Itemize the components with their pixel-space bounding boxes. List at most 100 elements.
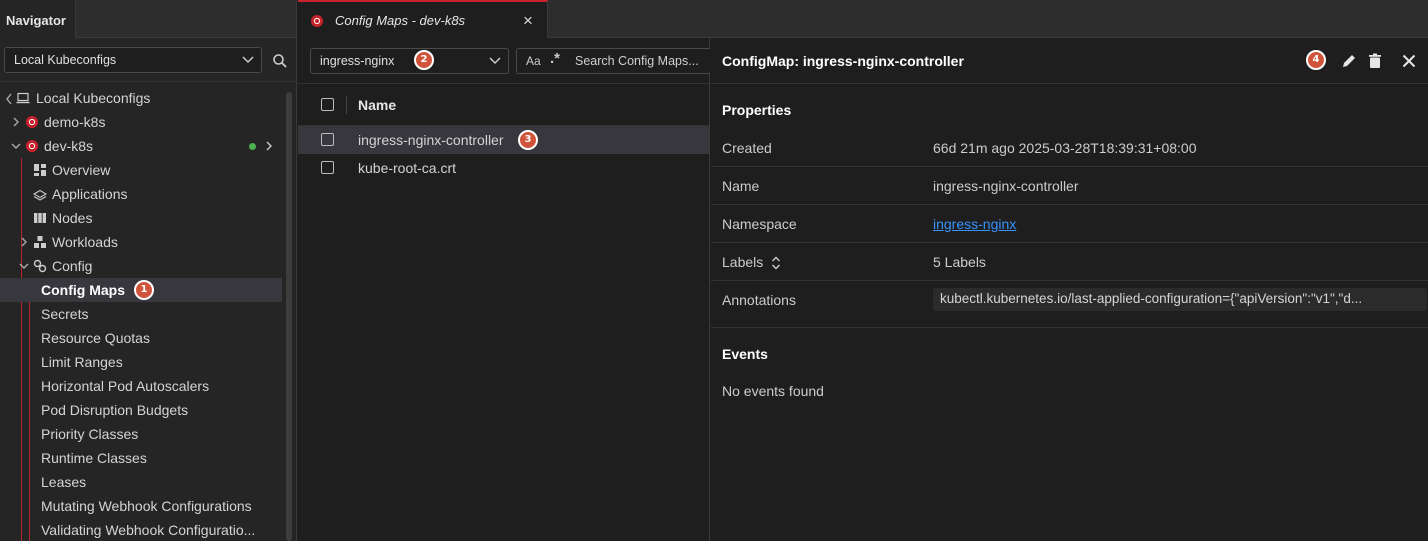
- navigator-tab[interactable]: Navigator: [0, 0, 76, 38]
- regex-toggle[interactable]: .*: [550, 50, 560, 67]
- tree-item-label: Config Maps: [41, 282, 125, 298]
- tree-item-horizontal-pod-autoscalers[interactable]: Horizontal Pod Autoscalers: [0, 374, 282, 398]
- detail-title: ConfigMap: ingress-nginx-controller: [722, 53, 964, 69]
- search-icon[interactable]: [272, 53, 288, 69]
- step-badge: 1: [134, 280, 154, 300]
- namespace-link[interactable]: ingress-nginx: [933, 216, 1016, 232]
- property-value: ingress-nginx-controller: [933, 178, 1079, 194]
- tree-item-priority-classes[interactable]: Priority Classes: [0, 422, 282, 446]
- tree-item-leases[interactable]: Leases: [0, 470, 282, 494]
- config-gears-icon: [33, 259, 47, 273]
- events-heading: Events: [722, 346, 768, 362]
- tree-item-label: Mutating Webhook Configurations: [41, 498, 252, 514]
- namespace-select-value: ingress-nginx: [320, 54, 395, 68]
- tree-item-resource-quotas[interactable]: Resource Quotas: [0, 326, 282, 350]
- tree-item-limit-ranges[interactable]: Limit Ranges: [0, 350, 282, 374]
- tree-item-demo-k8s[interactable]: demo-k8s: [0, 110, 282, 134]
- tree-item-local-kubeconfigs[interactable]: Local Kubeconfigs: [0, 86, 282, 110]
- kubeconfig-select-value: Local Kubeconfigs: [14, 53, 117, 67]
- tree-item-overview[interactable]: Overview: [0, 158, 282, 182]
- tree-item-nodes[interactable]: Nodes: [0, 206, 282, 230]
- chevron-down-icon: [6, 93, 12, 105]
- property-row-labels[interactable]: Labels 5 Labels: [711, 243, 1428, 281]
- property-label: Name: [722, 178, 760, 194]
- tree-item-label: Priority Classes: [41, 426, 139, 442]
- chevron-right-icon: [21, 237, 27, 247]
- tree-item-label: Secrets: [41, 306, 89, 322]
- tree-item-pod-disruption-budgets[interactable]: Pod Disruption Budgets: [0, 398, 282, 422]
- kubernetes-cluster-icon: [311, 15, 323, 27]
- close-icon[interactable]: ×: [523, 11, 533, 31]
- configmap-detail-panel: ConfigMap: ingress-nginx-controller 4 Pr…: [711, 38, 1428, 541]
- row-checkbox[interactable]: [321, 133, 334, 146]
- property-row-namespace: Namespace ingress-nginx: [711, 205, 1428, 243]
- chevron-down-icon: [489, 57, 501, 65]
- tree-item-label: Leases: [41, 474, 87, 490]
- nodes-icon: [34, 213, 46, 223]
- navigator-tree: Local Kubeconfigs demo-k8s dev-k8s Overv…: [0, 86, 282, 541]
- column-divider: [346, 96, 347, 114]
- tree-item-label: dev-k8s: [44, 138, 94, 154]
- tab-label: Config Maps - dev-k8s: [335, 13, 466, 28]
- tree-item-label: Applications: [52, 186, 128, 202]
- property-label: Annotations: [722, 292, 796, 308]
- close-icon[interactable]: [1400, 52, 1418, 70]
- match-case-toggle[interactable]: Aa: [526, 54, 541, 68]
- tree-item-workloads[interactable]: Workloads: [0, 230, 282, 254]
- tree-item-config[interactable]: Config: [0, 254, 282, 278]
- tree-item-dev-k8s[interactable]: dev-k8s: [0, 134, 282, 158]
- navigator-panel: Navigator Local Kubeconfigs Local Kubeco…: [0, 0, 297, 541]
- kubeconfig-select[interactable]: Local Kubeconfigs: [4, 47, 262, 73]
- edit-icon[interactable]: [1340, 52, 1358, 70]
- row-checkbox[interactable]: [321, 161, 334, 174]
- table-header: Name: [298, 84, 709, 126]
- tree-item-label: Nodes: [52, 210, 93, 226]
- property-label: Labels: [722, 254, 764, 270]
- expand-toggle-icon[interactable]: [770, 256, 782, 270]
- app-window: Navigator Local Kubeconfigs Local Kubeco…: [0, 0, 1428, 541]
- tree-item-label: Workloads: [52, 234, 118, 250]
- chevron-right-icon[interactable]: [262, 139, 276, 153]
- tree-item-config-maps[interactable]: Config Maps 1: [0, 278, 282, 302]
- laptop-icon: [16, 92, 30, 104]
- tree-item-label: Limit Ranges: [41, 354, 123, 370]
- table-row[interactable]: kube-root-ca.crt: [298, 154, 709, 182]
- select-all-checkbox[interactable]: [321, 98, 334, 111]
- config-maps-list-panel: ingress-nginx 2 Aa .* Search Config Maps…: [298, 38, 710, 541]
- properties-heading: Properties: [722, 102, 792, 118]
- chevron-down-icon: [242, 56, 254, 64]
- tree-item-secrets[interactable]: Secrets: [0, 302, 282, 326]
- tree-item-label: Horizontal Pod Autoscalers: [41, 378, 210, 394]
- namespace-select[interactable]: ingress-nginx 2: [310, 48, 509, 74]
- kubernetes-cluster-icon: [26, 140, 38, 152]
- workloads-icon: [34, 236, 46, 248]
- search-field[interactable]: Aa .* Search Config Maps...: [516, 48, 710, 74]
- row-name: kube-root-ca.crt: [358, 160, 457, 176]
- step-badge: 3: [518, 130, 538, 150]
- tree-item-label: demo-k8s: [44, 114, 106, 130]
- tree-item-runtime-classes[interactable]: Runtime Classes: [0, 446, 282, 470]
- tree-item-mutating-webhook-configurations[interactable]: Mutating Webhook Configurations: [0, 494, 282, 518]
- delete-icon[interactable]: [1366, 52, 1384, 70]
- column-header-name[interactable]: Name: [358, 97, 396, 113]
- table-row[interactable]: ingress-nginx-controller 3: [298, 126, 709, 154]
- navigator-header: Navigator: [0, 0, 296, 38]
- property-row-created: Created 66d 21m ago 2025-03-28T18:39:31+…: [711, 129, 1428, 167]
- property-value: 5 Labels: [933, 254, 986, 270]
- step-badge: 2: [414, 50, 434, 70]
- tree-item-label: Runtime Classes: [41, 450, 147, 466]
- row-name: ingress-nginx-controller: [358, 132, 504, 148]
- detail-header: ConfigMap: ingress-nginx-controller 4: [711, 38, 1428, 84]
- tree-item-validating-webhook-configurations[interactable]: Validating Webhook Configuratio...: [0, 518, 282, 541]
- search-input[interactable]: Search Config Maps...: [575, 54, 699, 68]
- connected-status-dot: [249, 143, 256, 150]
- tree-item-label: Validating Webhook Configuratio...: [41, 522, 256, 538]
- tree-item-applications[interactable]: Applications: [0, 182, 282, 206]
- editor-tab-strip: Config Maps - dev-k8s ×: [298, 0, 1428, 39]
- tab-config-maps[interactable]: Config Maps - dev-k8s ×: [298, 0, 548, 39]
- annotation-value[interactable]: kubectl.kubernetes.io/last-applied-confi…: [933, 288, 1427, 311]
- tree-item-label: Resource Quotas: [41, 330, 150, 346]
- navigator-scrollbar[interactable]: [286, 92, 292, 541]
- tree-item-label: Overview: [52, 162, 111, 178]
- events-empty-message: No events found: [722, 383, 824, 399]
